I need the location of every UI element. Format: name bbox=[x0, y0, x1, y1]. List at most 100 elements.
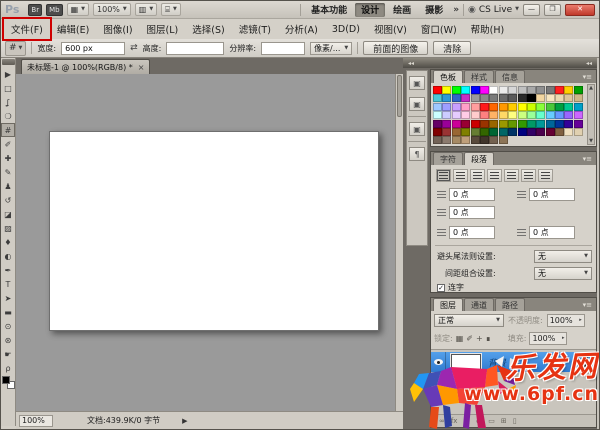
menu-item-6[interactable]: 分析(A) bbox=[278, 19, 325, 39]
swatch-1-12[interactable] bbox=[546, 94, 555, 102]
panel-icon-history[interactable]: ▣ bbox=[409, 122, 425, 136]
height-input[interactable] bbox=[166, 42, 224, 55]
scrollbar-thumb[interactable] bbox=[397, 75, 402, 117]
swatch-3-3[interactable] bbox=[461, 111, 470, 119]
shape-tool[interactable]: ▬ bbox=[1, 305, 15, 319]
swatch-1-8[interactable] bbox=[508, 94, 517, 102]
swatch-3-0[interactable] bbox=[433, 111, 442, 119]
swatch-0-9[interactable] bbox=[518, 86, 527, 94]
swatch-0-7[interactable] bbox=[499, 86, 508, 94]
collapse-panels-icon[interactable]: ◂◂ bbox=[586, 60, 592, 67]
swatch-5-10[interactable] bbox=[527, 128, 536, 136]
clear-button[interactable]: 清除 bbox=[433, 41, 471, 55]
lock-transparent-icon[interactable]: ▦ bbox=[456, 334, 464, 343]
swatch-5-8[interactable] bbox=[508, 128, 517, 136]
swatch-5-2[interactable] bbox=[452, 128, 461, 136]
lock-paint-icon[interactable]: ✐ bbox=[466, 334, 473, 343]
swatch-3-9[interactable] bbox=[518, 111, 527, 119]
panel-icon-adjustments[interactable]: ▣ bbox=[409, 97, 425, 111]
menu-item-4[interactable]: 选择(S) bbox=[185, 19, 231, 39]
menu-item-7[interactable]: 3D(D) bbox=[325, 21, 367, 38]
swatch-5-12[interactable] bbox=[546, 128, 555, 136]
tools-panel-handle[interactable] bbox=[2, 59, 15, 65]
swatch-0-10[interactable] bbox=[527, 86, 536, 94]
tab-layers-2[interactable]: 路径 bbox=[495, 298, 525, 311]
menu-item-10[interactable]: 帮助(H) bbox=[464, 19, 512, 39]
swatch-2-13[interactable] bbox=[555, 103, 564, 111]
swatch-4-8[interactable] bbox=[508, 120, 517, 128]
screen-mode-dropdown[interactable]: ⌸▼ bbox=[161, 3, 181, 16]
swatch-5-9[interactable] bbox=[518, 128, 527, 136]
indent-right-input[interactable]: 0 点 bbox=[529, 188, 575, 201]
panel-menu-icon[interactable]: ▾≡ bbox=[583, 301, 592, 309]
tab-swatches-2[interactable]: 信息 bbox=[495, 70, 525, 83]
swatch-6-3[interactable] bbox=[461, 136, 470, 144]
clone-stamp-tool[interactable]: ♟ bbox=[1, 179, 15, 193]
type-tool[interactable]: T bbox=[1, 277, 15, 291]
bridge-button[interactable]: Br bbox=[28, 4, 42, 16]
swatch-0-3[interactable] bbox=[461, 86, 470, 94]
swatch-6-5[interactable] bbox=[480, 136, 489, 144]
swatch-0-4[interactable] bbox=[471, 86, 480, 94]
swatch-4-7[interactable] bbox=[499, 120, 508, 128]
align-center-button[interactable] bbox=[453, 169, 468, 182]
justify-last-center-button[interactable] bbox=[504, 169, 519, 182]
menu-item-1[interactable]: 编辑(E) bbox=[50, 19, 96, 39]
lasso-tool[interactable]: ʆ bbox=[1, 95, 15, 109]
menu-item-9[interactable]: 窗口(W) bbox=[414, 19, 464, 39]
status-options-arrow[interactable]: ▶ bbox=[182, 417, 187, 425]
swatch-1-3[interactable] bbox=[461, 94, 470, 102]
minimize-button[interactable]: — bbox=[523, 4, 540, 16]
swatch-2-15[interactable] bbox=[574, 103, 583, 111]
menu-item-0[interactable]: 文件(F) bbox=[4, 19, 50, 39]
zoom-level-dropdown[interactable]: 100%▼ bbox=[93, 3, 131, 16]
history-brush-tool[interactable]: ↺ bbox=[1, 193, 15, 207]
gradient-tool[interactable]: ▨ bbox=[1, 221, 15, 235]
swatch-0-8[interactable] bbox=[508, 86, 517, 94]
swatch-5-6[interactable] bbox=[489, 128, 498, 136]
swatch-3-4[interactable] bbox=[471, 111, 480, 119]
swatch-5-1[interactable] bbox=[442, 128, 451, 136]
align-left-button[interactable] bbox=[436, 169, 451, 182]
swatch-3-12[interactable] bbox=[546, 111, 555, 119]
swatch-1-9[interactable] bbox=[518, 94, 527, 102]
swatch-0-1[interactable] bbox=[442, 86, 451, 94]
workspace-button-1[interactable]: 设计 bbox=[355, 3, 385, 17]
workspace-button-2[interactable]: 绘画 bbox=[387, 3, 417, 17]
swatch-6-1[interactable] bbox=[442, 136, 451, 144]
swatch-1-6[interactable] bbox=[489, 94, 498, 102]
color-swatches[interactable] bbox=[2, 376, 15, 389]
scroll-up-icon[interactable]: ▲ bbox=[589, 85, 593, 91]
align-right-button[interactable] bbox=[470, 169, 485, 182]
swatch-3-15[interactable] bbox=[574, 111, 583, 119]
swatch-2-14[interactable] bbox=[564, 103, 573, 111]
swatch-5-13[interactable] bbox=[555, 128, 564, 136]
swatch-2-1[interactable] bbox=[442, 103, 451, 111]
swatch-2-10[interactable] bbox=[527, 103, 536, 111]
tab-paragraph-1[interactable]: 段落 bbox=[464, 152, 494, 165]
cs-live-button[interactable]: ◉CS Live▼ bbox=[468, 5, 519, 15]
swatch-4-3[interactable] bbox=[461, 120, 470, 128]
swatch-3-14[interactable] bbox=[564, 111, 573, 119]
swatch-0-14[interactable] bbox=[564, 86, 573, 94]
swatch-4-10[interactable] bbox=[527, 120, 536, 128]
resolution-input[interactable] bbox=[261, 42, 305, 55]
document-tab[interactable]: 未标题-1 @ 100%(RGB/8) * × bbox=[21, 59, 150, 74]
swatch-4-1[interactable] bbox=[442, 120, 451, 128]
quick-selection-tool[interactable]: ❍ bbox=[1, 109, 15, 123]
swatch-2-7[interactable] bbox=[499, 103, 508, 111]
swatch-3-5[interactable] bbox=[480, 111, 489, 119]
swatches-scrollbar[interactable]: ▲ ▼ bbox=[587, 84, 595, 145]
swatch-2-0[interactable] bbox=[433, 103, 442, 111]
swatch-5-15[interactable] bbox=[574, 128, 583, 136]
swatch-2-5[interactable] bbox=[480, 103, 489, 111]
panel-icon-masks[interactable]: ▣ bbox=[409, 76, 425, 90]
swatch-5-3[interactable] bbox=[461, 128, 470, 136]
roll-3d-tool[interactable]: ⊛ bbox=[1, 333, 15, 347]
fill-input[interactable]: 100%▸ bbox=[529, 332, 567, 345]
tab-swatches-1[interactable]: 样式 bbox=[464, 70, 494, 83]
swatch-6-0[interactable] bbox=[433, 136, 442, 144]
arrange-documents-dropdown[interactable]: ▥▼ bbox=[135, 3, 157, 16]
swatch-1-2[interactable] bbox=[452, 94, 461, 102]
swatch-6-4[interactable] bbox=[471, 136, 480, 144]
